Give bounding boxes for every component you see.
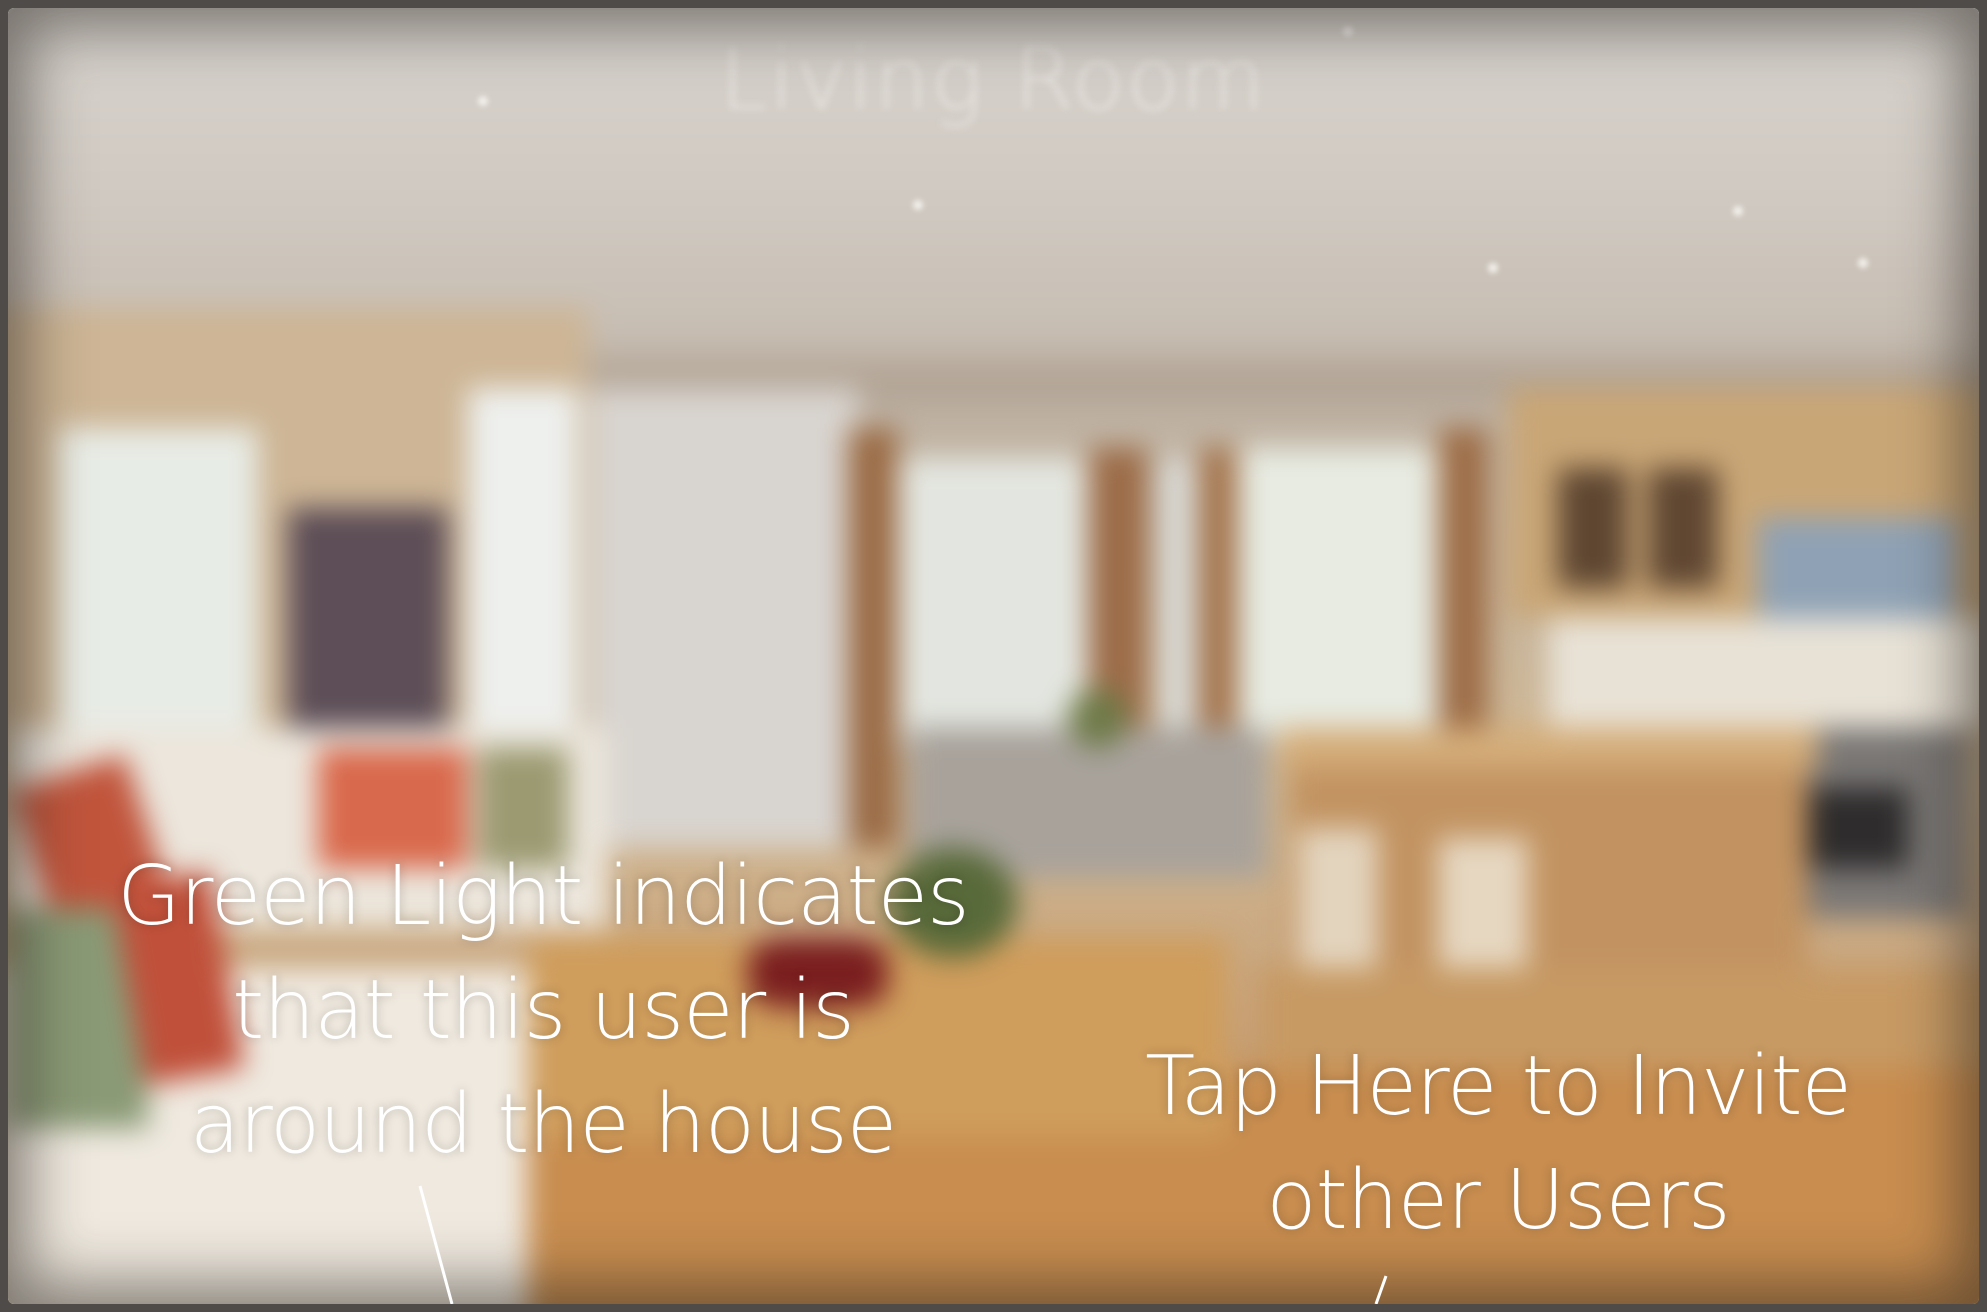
ceiling-light [1733, 206, 1743, 216]
hint-line: Tap Here to Invite [1145, 1039, 1852, 1134]
presence-indicator-hint: Green Light indicates that this user is … [68, 840, 1018, 1182]
room-title: Living Room [720, 30, 1267, 130]
hint-line: that this user is [232, 963, 855, 1058]
app-screen: Living Room Green Light indicates that t… [0, 0, 1987, 1312]
ceiling-light [1858, 258, 1868, 268]
room-background-photo: Living Room Green Light indicates that t… [8, 8, 1979, 1304]
hint-line: around the house [189, 1077, 897, 1172]
hint-line: other Users [1266, 1153, 1730, 1248]
hint-line: Green Light indicates [117, 849, 970, 944]
invite-users-hint: Tap Here to Invite other Users [1058, 1030, 1938, 1258]
ceiling-light [913, 200, 923, 210]
ceiling-light [1488, 263, 1498, 273]
